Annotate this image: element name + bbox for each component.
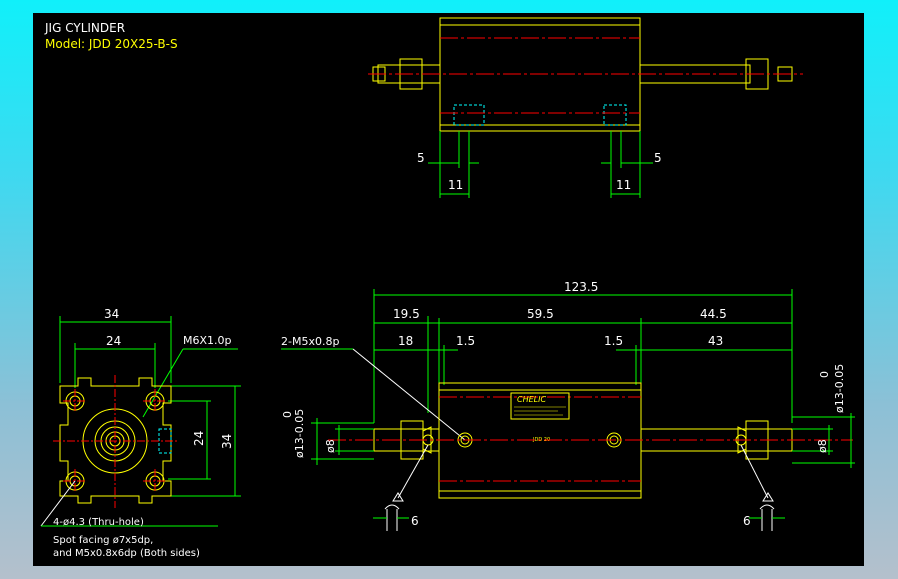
top-dim-right-width: 11 [616, 178, 631, 192]
drawing-canvas: JIG CYLINDER Model: JDD 20X25-B-S 5 5 11… [33, 13, 864, 566]
top-hidden-port-left [453, 104, 485, 126]
dim-rod-right: 43 [708, 334, 723, 348]
end-dim-width-inner: 24 [106, 334, 121, 348]
cad-drawing: JIG CYLINDER Model: JDD 20X25-B-S 5 5 11… [40, 17, 855, 559]
dim-bottom-right: 6 [743, 514, 751, 528]
dim-seg-left: 19.5 [393, 307, 420, 321]
top-dim-left-width: 11 [448, 178, 463, 192]
rod-dia-right: ø8 [816, 439, 829, 453]
end-dim-height-outer: 34 [220, 434, 234, 449]
end-dim-height-inner: 24 [192, 431, 206, 446]
dim-seg-mid: 59.5 [527, 307, 554, 321]
tol-right-upper: 0 [818, 371, 831, 378]
top-hidden-port-right [603, 104, 627, 126]
dim-gap-left: 1.5 [456, 334, 475, 348]
dim-gap-right: 1.5 [604, 334, 623, 348]
drawing-title: JIG CYLINDER [44, 21, 125, 35]
hole-note: 4-ø4.3 (Thru-hole) [53, 517, 144, 528]
dim-rod-left: 18 [398, 334, 413, 348]
spot-note-1: Spot facing ø7x5dp, [53, 535, 153, 546]
dim-seg-right: 44.5 [700, 307, 727, 321]
top-dim-right-offset: 5 [654, 151, 662, 165]
tol-right-lower: ø13-0.05 [833, 364, 846, 413]
model-label: Model: JDD 20X25-B-S [45, 37, 178, 51]
name-plate-brand: CHELIC [517, 395, 546, 404]
tol-left-lower: ø13-0.05 [293, 409, 306, 458]
end-view: 34 24 M6X1.0p 24 34 4-ø4.3 (Thru-hole) S… [40, 307, 241, 559]
top-dim-left-offset: 5 [417, 151, 425, 165]
rod-dia-left: ø8 [324, 439, 337, 453]
port-callout: 2-M5x0.8p [281, 335, 339, 348]
dim-overall-length: 123.5 [564, 280, 598, 294]
spot-note-2: and M5x0.8x6dp (Both sides) [53, 548, 200, 559]
front-view: 123.5 19.5 59.5 44.5 18 1.5 1.5 43 2-M5x… [281, 280, 855, 531]
dim-bottom-left: 6 [411, 514, 419, 528]
end-dim-width-outer: 34 [104, 307, 119, 321]
top-view: 5 5 11 11 [368, 17, 803, 198]
thread-callout: M6X1.0p [183, 334, 232, 347]
